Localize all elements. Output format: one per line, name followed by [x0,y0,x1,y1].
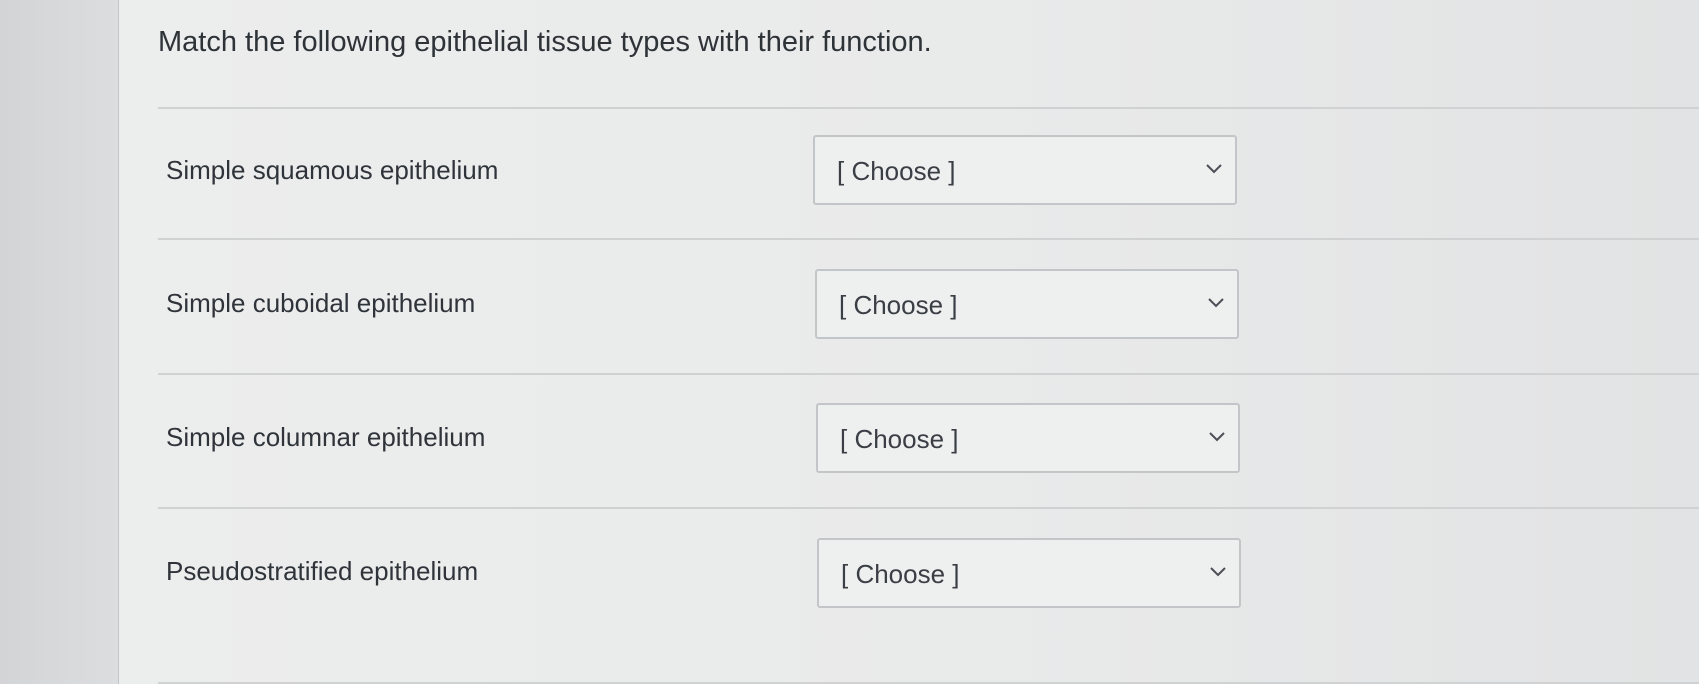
answer-select-simple-columnar[interactable]: [ Choose ] [816,403,1240,473]
chevron-down-icon [1208,298,1224,308]
select-value: [ Choose ] [839,290,958,320]
left-margin [0,0,118,684]
select-value: [ Choose ] [840,424,959,454]
term-simple-cuboidal: Simple cuboidal epithelium [166,288,476,318]
chevron-down-icon [1206,164,1222,174]
select-value: [ Choose ] [837,156,956,186]
chevron-down-icon [1209,432,1225,442]
chevron-down-icon [1210,567,1226,577]
term-simple-squamous: Simple squamous epithelium [166,155,499,185]
divider [158,238,1699,240]
divider [158,107,1699,109]
answer-select-simple-cuboidal[interactable]: [ Choose ] [815,269,1239,339]
term-pseudostratified: Pseudostratified epithelium [166,556,479,586]
answer-select-simple-squamous[interactable]: [ Choose ] [813,135,1237,205]
divider [158,373,1699,375]
question-prompt: Match the following epithelial tissue ty… [158,26,932,58]
panel-edge [118,0,119,684]
term-simple-columnar: Simple columnar epithelium [166,422,486,452]
select-value: [ Choose ] [841,559,960,589]
divider [158,507,1699,509]
answer-select-pseudostratified[interactable]: [ Choose ] [817,538,1241,608]
